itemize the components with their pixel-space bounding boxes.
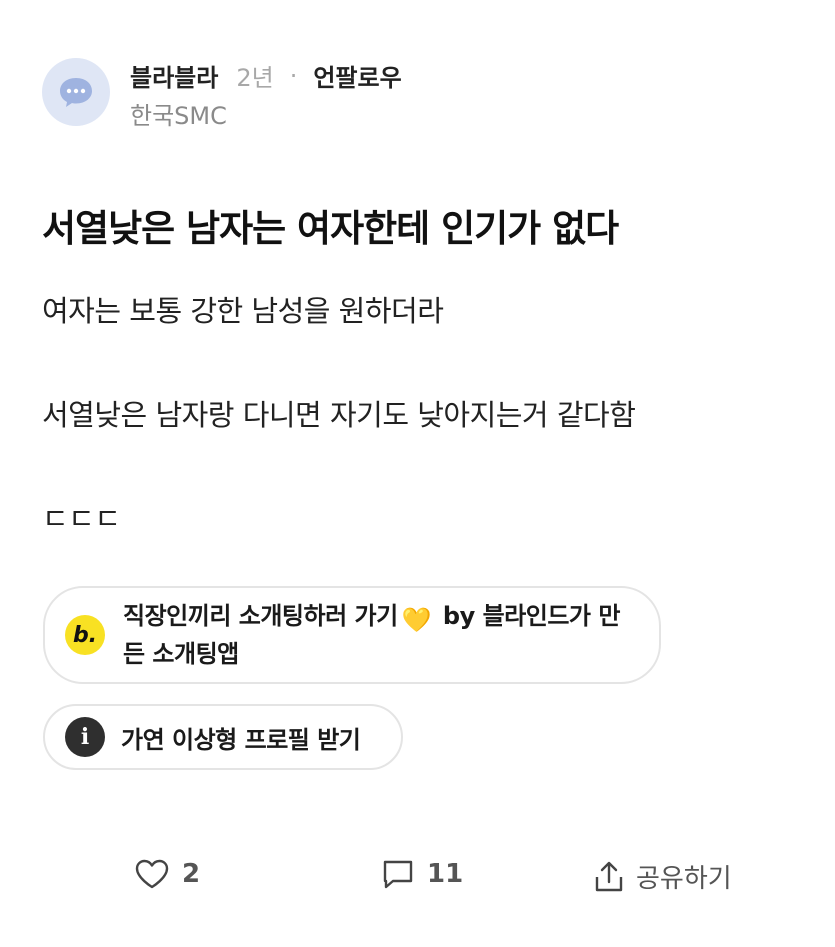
comment-count: 11 [427,859,464,889]
comment-button[interactable]: 11 [381,858,463,890]
author-company: 한국SMC [130,102,227,130]
profile-chip-label: 가연 이상형 프로필 받기 [121,725,361,754]
post-body-line: 서열낮은 남자랑 다니면 자기도 낮아지는거 같다함 [42,398,636,432]
share-icon [595,861,623,891]
like-button[interactable]: 2 [134,858,200,890]
share-button[interactable]: 공유하기 [592,858,732,895]
post-body-line: ㄷㄷㄷ [42,502,121,536]
heart-icon [135,859,169,889]
info-icon: i [65,717,105,757]
post-title: 서열낮은 남자는 여자한테 인기가 없다 [42,207,619,250]
ad-text: 직장인끼리 소개팅하러 가기 💛 by 블라인드가 만든 소개팅앱 [123,599,635,671]
author-name[interactable]: 블라블라 [130,58,218,93]
dating-app-ad-banner[interactable]: b. 직장인끼리 소개팅하러 가기 💛 by 블라인드가 만든 소개팅앱 [43,586,661,684]
unfollow-button[interactable]: 언팔로우 [313,58,401,93]
share-label: 공유하기 [636,864,732,894]
like-count: 2 [182,859,201,889]
author-row: 블라블라 2년 · 언팔로우 [130,58,402,93]
dot-separator: · [289,61,298,90]
chat-bubble-icon [60,78,92,107]
ideal-type-profile-button[interactable]: i 가연 이상형 프로필 받기 [43,704,403,770]
blind-b-logo-icon: b. [65,615,105,655]
ad-text-main: 직장인끼리 소개팅하러 가기 [123,602,398,630]
comment-icon [383,860,413,889]
post-body-line: 여자는 보통 강한 남성을 원하더라 [42,294,444,328]
yellow-heart-icon: 💛 [401,606,432,634]
avatar[interactable] [42,58,110,126]
post-age: 2년 [236,64,274,92]
